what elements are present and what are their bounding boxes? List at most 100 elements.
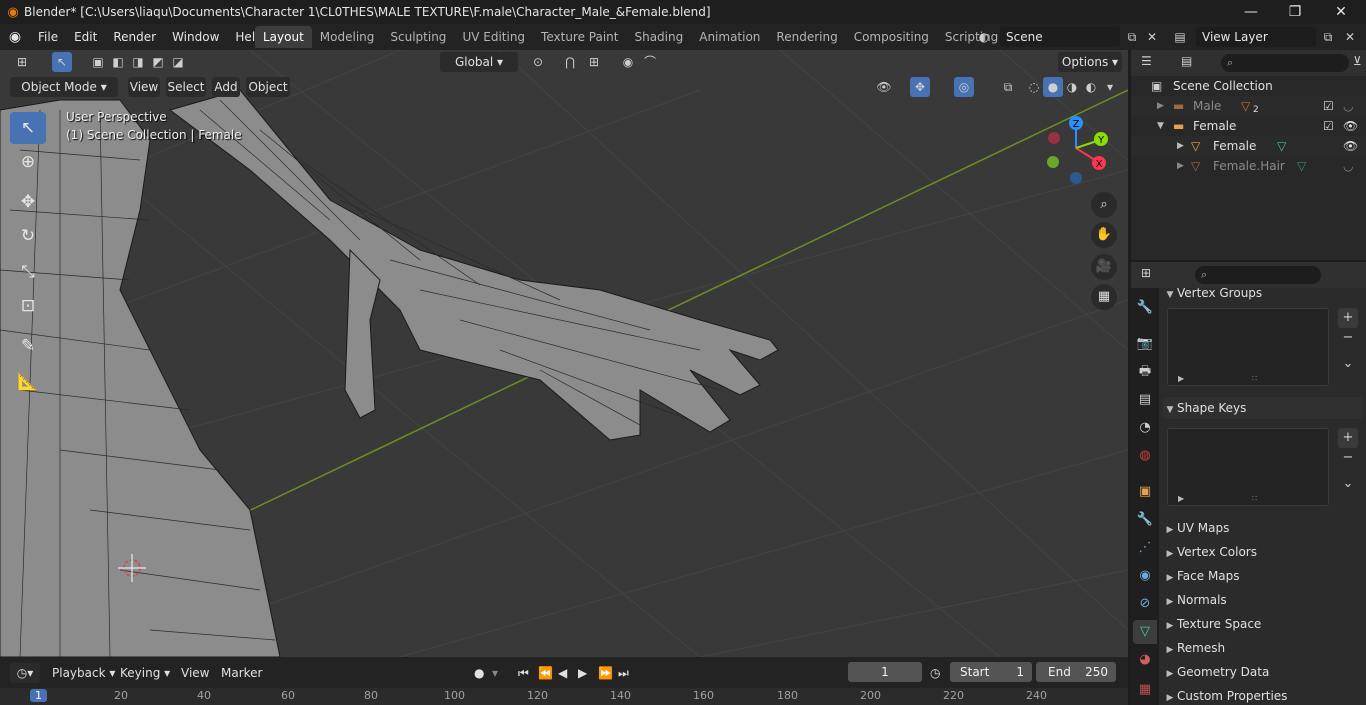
select-mode-intersect-icon[interactable]: ◪ (168, 52, 188, 72)
tab-sculpting[interactable]: Sculpting (382, 26, 454, 48)
jump-to-start-icon[interactable]: ⏮ (518, 663, 529, 683)
auto-keying-options-icon[interactable]: ▾ (492, 663, 498, 683)
keying-menu[interactable]: Keying ▾ (120, 663, 170, 683)
menu-edit[interactable]: Edit (66, 24, 105, 50)
tweak-tool-icon[interactable]: ↖ (10, 112, 46, 144)
panel-custom-properties[interactable]: ▶ Custom Properties (1163, 685, 1363, 705)
tab-scripting[interactable]: Scripting (937, 26, 1006, 48)
select-tool-icon[interactable]: ↖ (52, 52, 72, 72)
view-layer-icon[interactable]: ▤ (1170, 27, 1190, 47)
select-mode-subtract-icon[interactable]: ◨ (128, 52, 148, 72)
scale-tool-icon[interactable]: ⤡ (10, 256, 46, 288)
properties-editor-icon[interactable]: ⊞ (1141, 266, 1151, 280)
wireframe-shading-icon[interactable]: ◌ (1024, 77, 1044, 97)
female-hair-visibility-icon[interactable]: ◡ (1343, 156, 1353, 176)
view-layer-tab-icon[interactable]: ▤ (1133, 388, 1157, 412)
annotate-tool-icon[interactable]: ✎ (10, 330, 46, 362)
play-icon[interactable]: ▶ (578, 663, 587, 683)
panel-remesh[interactable]: ▶ Remesh (1163, 637, 1363, 659)
visibility-icon[interactable]: 👁 (874, 77, 894, 97)
list-resize-grip-icon[interactable]: ∷ (1252, 374, 1257, 383)
playback-menu[interactable]: Playback ▾ (52, 663, 115, 683)
editor-type-icon[interactable]: ⊞ (12, 52, 32, 72)
list-resize-grip-icon[interactable]: ∷ (1252, 494, 1257, 503)
display-mode-icon[interactable]: ▤ (1181, 54, 1192, 68)
options-dropdown[interactable]: Options ▾ (1058, 52, 1122, 72)
timeline-view-menu[interactable]: View (181, 663, 209, 683)
ruler-tick-current[interactable]: 1 (30, 689, 47, 702)
object-menu[interactable]: Object (246, 77, 290, 97)
new-view-layer-icon[interactable]: ⧉ (1318, 27, 1338, 47)
rotate-tool-icon[interactable]: ↻ (10, 220, 46, 252)
tool-tab-icon[interactable]: 🔧 (1133, 296, 1157, 320)
new-scene-icon[interactable]: ⧉ (1122, 27, 1142, 47)
select-mode-extend-icon[interactable]: ◧ (108, 52, 128, 72)
male-visibility-icon[interactable]: ◡ (1343, 96, 1353, 116)
remove-view-layer-icon[interactable]: ✕ (1340, 27, 1360, 47)
menu-window[interactable]: Window (164, 24, 227, 50)
output-tab-icon[interactable]: 🖶 (1133, 360, 1157, 384)
collapse-chevron-icon[interactable]: ▼ (1157, 116, 1164, 136)
select-mode-new-icon[interactable]: ▣ (88, 52, 108, 72)
outliner-row-female-hair[interactable]: ▶ ▽ Female.Hair ▽ ◡ (1131, 156, 1366, 176)
remove-shape-key-button[interactable]: − (1338, 448, 1358, 468)
move-tool-icon[interactable]: ✥ (10, 186, 46, 218)
add-menu[interactable]: Add (212, 77, 240, 97)
expand-chevron-icon[interactable]: ▶ (1177, 136, 1184, 156)
maximize-button[interactable]: ❐ (1272, 0, 1318, 24)
constraints-tab-icon[interactable]: ⊘ (1133, 592, 1157, 616)
tab-compositing[interactable]: Compositing (846, 26, 937, 48)
scene-tab-icon[interactable]: ◔ (1133, 416, 1157, 440)
list-expand-icon[interactable]: ▶ (1178, 374, 1184, 383)
play-reverse-icon[interactable]: ◀ (558, 663, 567, 683)
menu-file[interactable]: File (30, 24, 66, 50)
solid-shading-icon[interactable]: ● (1043, 77, 1063, 97)
tab-uv-editing[interactable]: UV Editing (454, 26, 533, 48)
vertex-groups-list[interactable]: ▶ ∷ (1167, 308, 1329, 386)
female-visibility-icon[interactable]: 👁 (1343, 116, 1358, 136)
pivot-point-icon[interactable]: ⊙ (528, 52, 548, 72)
particles-tab-icon[interactable]: ⋰ (1133, 536, 1157, 560)
tab-layout[interactable]: Layout (255, 26, 312, 48)
vertex-group-specials-icon[interactable]: ⌄ (1338, 354, 1358, 374)
close-button[interactable]: ✕ (1318, 0, 1364, 24)
shape-keys-list[interactable]: ▶ ∷ (1167, 428, 1329, 506)
gizmo-toggle-icon[interactable]: ✥ (910, 77, 930, 97)
remove-scene-icon[interactable]: ✕ (1142, 27, 1162, 47)
panel-vertex-groups[interactable]: ▼ Vertex Groups (1163, 282, 1363, 304)
view-layer-field[interactable]: View Layer (1196, 27, 1316, 47)
material-tab-icon[interactable]: ◕ (1133, 648, 1157, 672)
jump-to-keyframe-forward-icon[interactable]: ⏩ (598, 663, 613, 683)
zoom-icon[interactable]: ⌕ (1091, 192, 1117, 218)
start-frame-field[interactable]: Start 1 (950, 662, 1032, 682)
add-shape-key-button[interactable]: + (1338, 428, 1358, 448)
overlays-toggle-icon[interactable]: ◎ (954, 77, 974, 97)
tab-animation[interactable]: Animation (691, 26, 768, 48)
outliner-search-input[interactable]: ⌕ (1221, 54, 1349, 72)
add-vertex-group-button[interactable]: + (1338, 308, 1358, 328)
cursor-tool-icon[interactable]: ⊕ (10, 146, 46, 178)
tab-rendering[interactable]: Rendering (768, 26, 845, 48)
current-frame-field[interactable]: 1 (848, 662, 922, 682)
camera-view-icon[interactable]: 🎥 (1091, 254, 1117, 280)
world-tab-icon[interactable]: ◍ (1133, 444, 1157, 468)
outliner-row-female-collection[interactable]: ▼ ▬ Female ☑ 👁 (1131, 116, 1366, 136)
proportional-edit-icon[interactable]: ◉ (618, 52, 638, 72)
falloff-icon[interactable]: ⌒ (640, 52, 660, 72)
texture-tab-icon[interactable]: ▦ (1133, 678, 1157, 702)
panel-texture-space[interactable]: ▶ Texture Space (1163, 613, 1363, 635)
object-tab-icon[interactable]: ▣ (1133, 480, 1157, 504)
minimize-button[interactable]: — (1228, 0, 1274, 24)
xray-toggle-icon[interactable]: ⧉ (998, 77, 1018, 97)
ortho-grid-icon[interactable]: ▦ (1091, 284, 1117, 310)
transform-orientation-dropdown[interactable]: Global ▾ (440, 52, 518, 72)
timeline-editor-type-icon[interactable]: ◷▾ (10, 663, 40, 683)
scene-selector-icon[interactable]: ◐ (974, 27, 994, 47)
jump-to-end-icon[interactable]: ⏭ (618, 663, 629, 683)
tab-texture-paint[interactable]: Texture Paint (533, 26, 626, 48)
pan-hand-icon[interactable]: ✋ (1091, 222, 1117, 248)
outliner-row-scene-collection[interactable]: ▣ Scene Collection (1131, 76, 1366, 96)
snap-target-icon[interactable]: ⊞ (584, 52, 604, 72)
expand-chevron-icon[interactable]: ▶ (1157, 96, 1164, 116)
mesh-data-tab-icon[interactable]: ▽ (1133, 620, 1157, 644)
